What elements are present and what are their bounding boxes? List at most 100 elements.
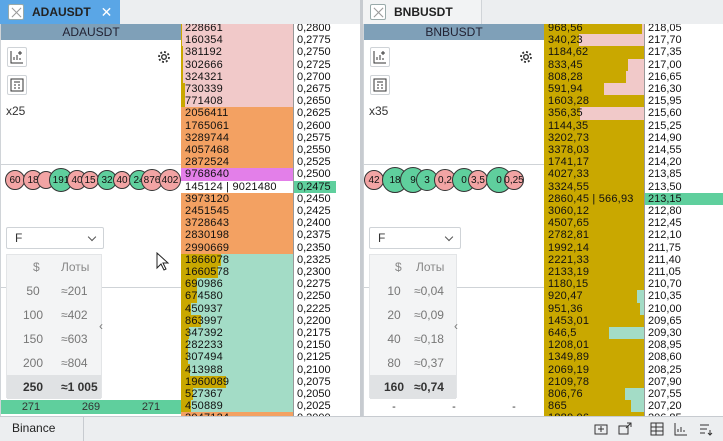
book-row[interactable]: 3728643 0,2400	[181, 217, 336, 230]
lots-row[interactable]: 80 ≈0,37	[370, 351, 456, 375]
book-row[interactable]: 1453,01 209,65	[544, 314, 723, 327]
book-row[interactable]: 2056411 0,2625	[181, 107, 336, 120]
book-row[interactable]: 527367 0,2050	[181, 388, 336, 401]
book-row[interactable]: 2069,19 208,25	[544, 363, 723, 376]
add-chart-button[interactable]	[7, 47, 27, 67]
book-row[interactable]: 145124 | 9021480 0,2475	[181, 180, 336, 193]
lots-row[interactable]: 10 ≈0,04	[370, 279, 456, 303]
book-row[interactable]: 340,23 217,70	[544, 34, 723, 47]
settings-button[interactable]	[516, 47, 536, 67]
book-row[interactable]: 1208,01 208,95	[544, 339, 723, 352]
book-row[interactable]: 1741,17 214,20	[544, 156, 723, 169]
book-row[interactable]: 2860,45 | 566,93 213,15	[544, 192, 723, 205]
book-row[interactable]: 347392 0,2175	[181, 327, 336, 340]
book-row[interactable]: 646,5 209,30	[544, 327, 723, 340]
book-row[interactable]: 450937 0,2225	[181, 302, 336, 315]
volume-value: 863997	[185, 314, 223, 327]
filter-select[interactable]: F	[369, 227, 461, 249]
book-row[interactable]: 863997 0,2200	[181, 314, 336, 327]
book-row[interactable]: 1866078 0,2325	[181, 253, 336, 266]
lots-row[interactable]: 20 ≈0,09	[370, 303, 456, 327]
book-row[interactable]: 2109,78 207,90	[544, 375, 723, 388]
add-link-button[interactable]	[616, 420, 634, 438]
book-row[interactable]: 4507,65 212,45	[544, 217, 723, 230]
book-row[interactable]: 3973120 0,2450	[181, 192, 336, 205]
book-row[interactable]: 2782,81 212,10	[544, 229, 723, 242]
book-row[interactable]: 1660578 0,2300	[181, 266, 336, 279]
add-chart-button[interactable]	[370, 47, 390, 67]
book-row[interactable]: 674580 0,2250	[181, 290, 336, 303]
book-row[interactable]: 282233 0,2150	[181, 339, 336, 352]
lots-row[interactable]: 100 ≈402	[7, 303, 101, 327]
lots-row[interactable]: 150 ≈603	[7, 327, 101, 351]
book-row[interactable]: 160354 0,2775	[181, 34, 336, 47]
tab-adausdt[interactable]: ADAUSDT ✕	[0, 0, 120, 24]
book-row[interactable]: 2830198 0,2375	[181, 229, 336, 242]
book-row[interactable]: 690986 0,2275	[181, 278, 336, 291]
book-row[interactable]: 307494 0,2125	[181, 351, 336, 364]
book-row[interactable]: 3289744 0,2575	[181, 131, 336, 144]
book-row[interactable]: 771408 0,2650	[181, 95, 336, 108]
lots-row[interactable]: 50 ≈201	[7, 279, 101, 303]
tab-bnbusdt[interactable]: BNBUSDT	[362, 0, 482, 24]
book-row[interactable]: 9768640 0,2500	[181, 168, 336, 181]
book-row[interactable]: 951,36 210,00	[544, 302, 723, 315]
book-row[interactable]: 1765061 0,2600	[181, 119, 336, 132]
book-row[interactable]: 1992,14 211,75	[544, 241, 723, 254]
volume-value: 690986	[185, 278, 223, 291]
volume-value: 3378,03	[548, 144, 590, 156]
list-button[interactable]	[697, 420, 715, 438]
book-row[interactable]: 806,76 207,55	[544, 388, 723, 401]
book-row[interactable]: 833,45 217,00	[544, 58, 723, 71]
book-row[interactable]: 920,47 210,35	[544, 290, 723, 303]
book-row[interactable]: 2872524 0,2525	[181, 156, 336, 169]
book-row[interactable]: 4027,33 213,85	[544, 168, 723, 181]
book-row[interactable]: 2133,19 211,05	[544, 266, 723, 279]
price-value: 212,80	[644, 205, 723, 218]
book-row[interactable]: 3060,12 212,80	[544, 205, 723, 218]
book-row[interactable]: 2221,33 211,40	[544, 253, 723, 266]
close-icon[interactable]: ✕	[101, 4, 113, 21]
book-row[interactable]: 1603,28 215,95	[544, 95, 723, 108]
book-row[interactable]: 450889 0,2025	[181, 400, 336, 413]
book-row[interactable]: 324321 0,2700	[181, 70, 336, 83]
volume-value: 1184,62	[548, 46, 589, 59]
book-row[interactable]: 865 207,20	[544, 400, 723, 413]
book-row[interactable]: 2451545 0,2425	[181, 205, 336, 218]
lots-usd: 40	[387, 332, 401, 346]
table-icon	[650, 422, 664, 436]
calculator-button[interactable]	[370, 75, 390, 95]
book-row[interactable]: 3202,73 214,90	[544, 131, 723, 144]
settings-button[interactable]	[154, 47, 174, 67]
book-row[interactable]: 968,56 218,05	[544, 24, 723, 35]
book-row[interactable]: 3324,55 213,50	[544, 180, 723, 193]
book-row[interactable]: 413988 0,2100	[181, 363, 336, 376]
calculator-button[interactable]	[7, 75, 27, 95]
book-row[interactable]: 228661 0,2800	[181, 24, 336, 35]
book-row[interactable]: 730339 0,2675	[181, 83, 336, 96]
lots-row[interactable]: 250 ≈1 005	[7, 375, 101, 399]
book-row[interactable]: 591,94 216,30	[544, 83, 723, 96]
lots-row[interactable]: 40 ≈0,18	[370, 327, 456, 351]
book-row[interactable]: 3378,03 214,55	[544, 144, 723, 157]
book-row[interactable]: 356,35 215,60	[544, 107, 723, 120]
chart-button[interactable]	[672, 420, 690, 438]
add-window-button[interactable]	[592, 420, 610, 438]
book-row[interactable]: 381192 0,2750	[181, 46, 336, 59]
layout-button[interactable]	[648, 420, 666, 438]
collapse-arrow[interactable]: ‹	[99, 319, 103, 333]
lots-row[interactable]: 160 ≈0,74	[370, 375, 456, 399]
book-row[interactable]: 1144,35 215,25	[544, 119, 723, 132]
book-row[interactable]: 1180,15 210,70	[544, 278, 723, 291]
book-row[interactable]: 302666 0,2725	[181, 58, 336, 71]
book-row[interactable]: 1349,89 208,60	[544, 351, 723, 364]
volume-bar	[181, 58, 183, 71]
book-row[interactable]: 2990669 0,2350	[181, 241, 336, 254]
book-row[interactable]: 808,28 216,65	[544, 70, 723, 83]
book-row[interactable]: 1184,62 217,35	[544, 46, 723, 59]
book-row[interactable]: 1960089 0,2075	[181, 375, 336, 388]
filter-select[interactable]: F	[6, 227, 104, 249]
collapse-arrow[interactable]: ‹	[454, 319, 458, 333]
lots-row[interactable]: 200 ≈804	[7, 351, 101, 375]
book-row[interactable]: 4057468 0,2550	[181, 144, 336, 157]
